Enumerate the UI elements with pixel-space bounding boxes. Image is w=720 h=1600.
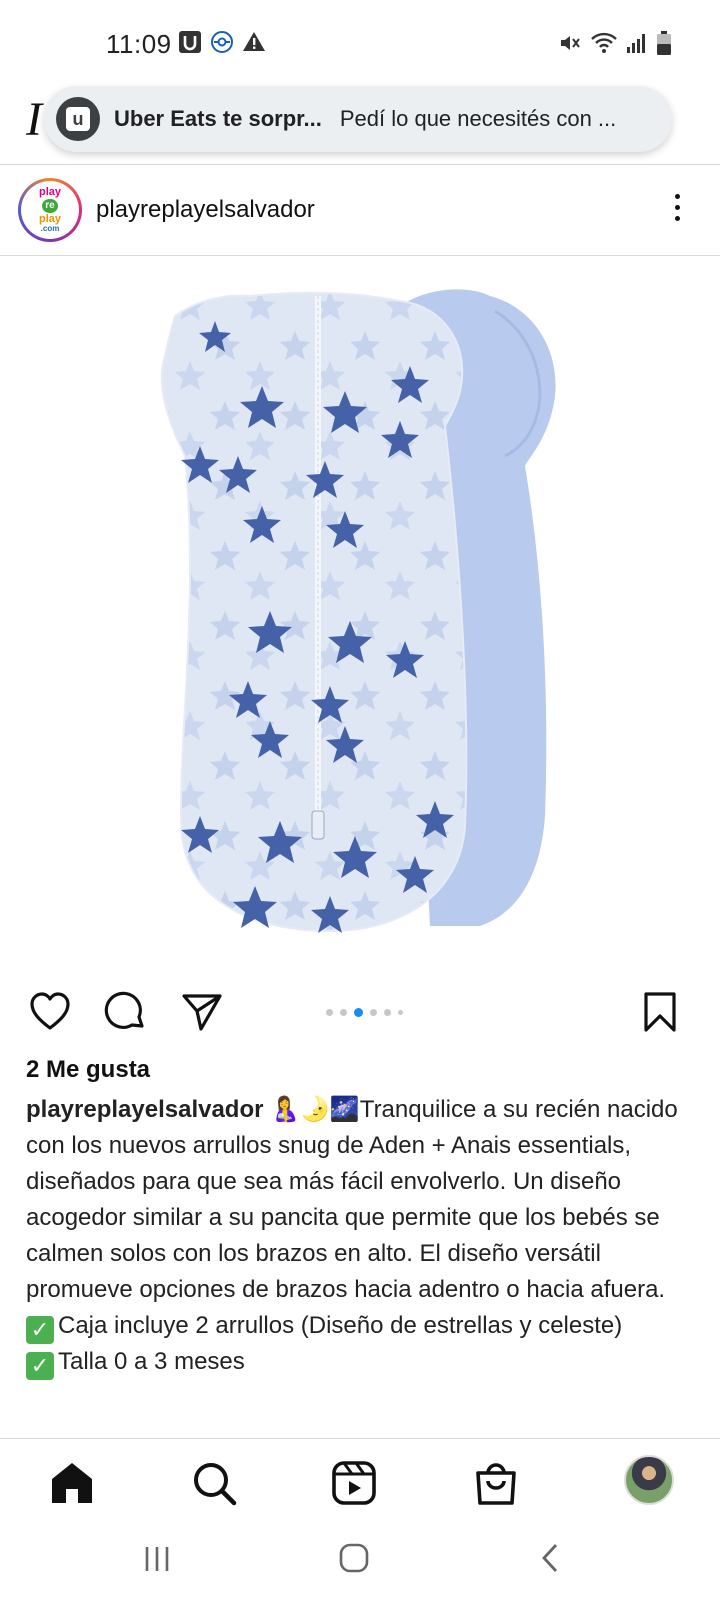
status-right-icons (558, 30, 672, 56)
shop-icon[interactable] (472, 1459, 520, 1507)
likes-count[interactable]: 2 Me gusta (26, 1056, 150, 1084)
baby-swaddle-image (160, 289, 556, 933)
home-icon[interactable] (48, 1459, 96, 1507)
instagram-logo: I (26, 93, 42, 146)
post-image[interactable] (0, 256, 720, 956)
post-username[interactable]: playreplayelsalvador (96, 196, 315, 224)
checkmark-icon: ✓ (26, 1316, 54, 1344)
post-header: play re play .com playreplayelsalvador (0, 166, 720, 256)
location-sync-icon (211, 31, 233, 53)
carousel-dots (326, 1008, 403, 1017)
bottom-nav (0, 1438, 720, 1538)
mute-icon (561, 36, 580, 50)
caption-emojis: 🤱🌛🌌 (270, 1096, 360, 1123)
notification-toast[interactable]: u Uber Eats te sorpr... Pedí lo que nece… (44, 86, 672, 152)
back-icon[interactable] (538, 1542, 562, 1574)
more-options-icon[interactable] (675, 194, 680, 221)
uber-app-icon (179, 31, 201, 53)
post-avatar[interactable]: play re play .com (18, 178, 82, 242)
uber-eats-icon: u (56, 97, 100, 141)
avatar-text-com: .com (40, 224, 60, 233)
post-actions (0, 990, 720, 1040)
toast-text: Pedí lo que necesités con ... (339, 106, 617, 131)
avatar-text-re: re (42, 199, 58, 213)
save-bookmark-icon[interactable] (640, 990, 680, 1034)
avatar-text-play: play (38, 186, 61, 198)
caption-username[interactable]: playreplayelsalvador (26, 1096, 263, 1123)
battery-icon (657, 31, 671, 55)
header-divider (0, 164, 720, 165)
recents-icon[interactable] (142, 1544, 172, 1574)
caption-item-1: Caja incluye 2 arrullos (Diseño de estre… (58, 1312, 623, 1339)
caption-item-2: Talla 0 a 3 meses (58, 1348, 245, 1375)
like-heart-icon[interactable] (28, 990, 72, 1034)
wifi-icon (591, 32, 617, 53)
comment-icon[interactable] (104, 990, 148, 1034)
search-icon[interactable] (190, 1459, 238, 1507)
warning-icon (243, 32, 265, 51)
toast-title: Uber Eats te sorpr... (114, 106, 322, 131)
status-time: 11:09 (106, 29, 172, 59)
post-caption: playreplayelsalvador 🤱🌛🌌Tranquilice a su… (26, 1092, 706, 1380)
reels-icon[interactable] (330, 1459, 378, 1507)
share-send-icon[interactable] (180, 990, 224, 1034)
checkmark-icon: ✓ (26, 1352, 54, 1380)
home-button-icon[interactable] (338, 1542, 370, 1574)
profile-avatar[interactable] (624, 1455, 674, 1505)
status-bar: 11:09 (0, 0, 720, 88)
status-left-icons (178, 30, 266, 54)
signal-icon (627, 34, 645, 53)
caption-text: Tranquilice a su recién nacido con los n… (26, 1096, 678, 1303)
system-navigation (0, 1530, 720, 1600)
